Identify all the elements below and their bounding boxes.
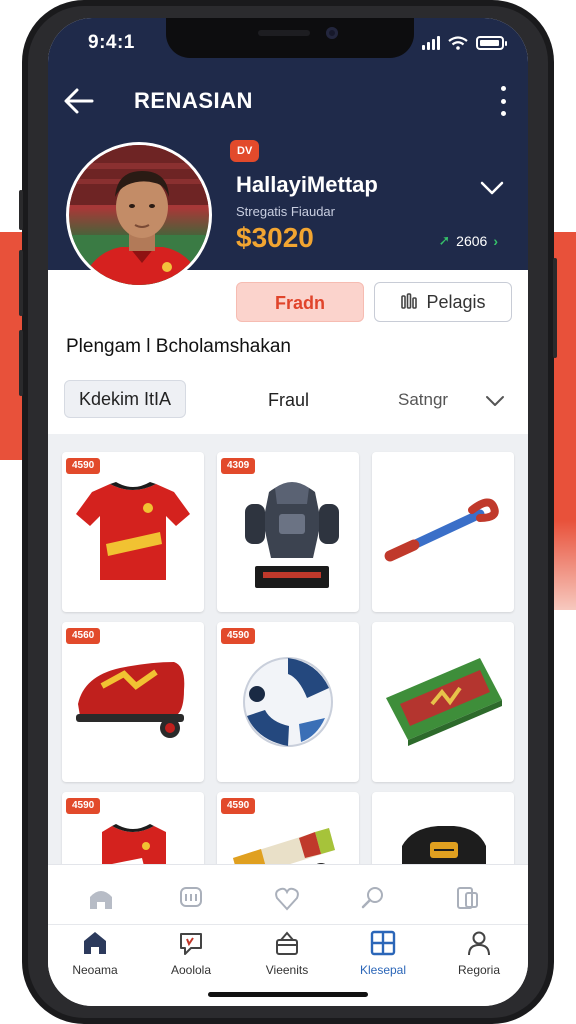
sort-option[interactable]: Satngr — [398, 390, 448, 410]
chevron-right-icon[interactable]: › — [493, 233, 498, 249]
tab-label: Regoria — [457, 963, 501, 977]
speaker — [258, 30, 310, 36]
details-button[interactable]: Pelagis — [374, 282, 512, 322]
product-price-badge: 4590 — [66, 458, 101, 474]
player-name: HallayiMettap — [236, 172, 378, 197]
home-icon — [84, 932, 106, 954]
product-card[interactable]: 4309 — [217, 452, 359, 612]
product-card[interactable]: 4590 — [62, 452, 204, 612]
product-card[interactable]: 4590 — [217, 622, 359, 782]
wifi-icon — [448, 36, 468, 50]
front-camera — [326, 27, 338, 39]
filter-bar: Kdekim ItIA Fraul Satngr — [48, 364, 528, 434]
document-outline-icon — [452, 883, 482, 913]
phone-mute-button — [19, 190, 23, 230]
details-button-label: Pelagis — [426, 291, 486, 312]
tab-home[interactable]: Neoama — [55, 929, 135, 977]
product-card[interactable] — [372, 622, 514, 782]
product-price-badge: 4309 — [221, 458, 256, 474]
jersey-icon — [76, 482, 190, 580]
home-outline-icon — [86, 883, 116, 913]
category-chip[interactable]: Kdekim ItIA — [64, 380, 187, 418]
player-avatar — [66, 142, 212, 288]
phone-volume-down-button — [19, 330, 23, 396]
product-card[interactable] — [372, 452, 514, 612]
bag-icon — [386, 658, 502, 746]
price-trend: ➚ 2606 › — [438, 232, 498, 249]
bottom-tab-bar: Neoama Aoolola Vieenits Klesepal Regoria — [48, 864, 528, 1006]
page-title: RENASIAN — [134, 88, 253, 113]
sort-chevron-icon[interactable] — [484, 392, 506, 410]
phone-screen: 9:4:1 RENASIAN DV HallayiMettap Stregati… — [48, 18, 528, 1006]
player-price: $3020 — [236, 222, 314, 253]
product-grid: 4590 4309 4560 4590 4590 4590 — [48, 434, 528, 952]
trend-value: 2606 — [456, 232, 488, 249]
tab-chat[interactable]: Aoolola — [151, 929, 231, 977]
back-arrow-icon[interactable] — [62, 84, 96, 118]
heart-outline-icon — [272, 883, 302, 913]
home-indicator — [208, 992, 368, 997]
chat-outline-icon — [176, 883, 206, 913]
bat-icon — [384, 498, 499, 562]
chat-icon — [180, 933, 202, 955]
chevron-down-icon[interactable] — [478, 174, 506, 202]
status-time: 9:4:1 — [88, 32, 135, 53]
stats-icon — [401, 293, 418, 309]
ball-icon — [243, 657, 333, 747]
tab-bar-ghost-row — [48, 873, 528, 925]
phone-volume-up-button — [19, 250, 23, 316]
trade-button[interactable]: Fradn — [236, 282, 364, 322]
battery-icon — [476, 36, 507, 50]
tab-market[interactable]: Klesepal — [343, 929, 423, 977]
status-icons — [422, 36, 507, 50]
search-outline-icon — [358, 883, 388, 913]
product-price-badge: 4590 — [221, 798, 256, 814]
more-options-icon[interactable] — [498, 86, 508, 116]
tab-gift[interactable]: Vieenits — [247, 929, 327, 977]
boot-icon — [76, 662, 185, 738]
section-title: Plengam l Bcholamshakan — [66, 336, 291, 357]
notch — [166, 18, 414, 58]
trend-up-icon: ➚ — [438, 232, 451, 248]
signal-icon — [422, 36, 440, 50]
product-price-badge: 4590 — [66, 798, 101, 814]
gift-icon — [276, 931, 298, 955]
tab-label: Neoama — [72, 963, 118, 977]
grid-icon — [370, 930, 396, 956]
product-card[interactable]: 4560 — [62, 622, 204, 782]
tab-profile[interactable]: Regoria — [439, 929, 519, 977]
phone-power-button — [553, 258, 557, 358]
player-badge: DV — [230, 140, 260, 162]
armor-trophy-icon — [245, 482, 339, 588]
tab-label: Vieenits — [265, 963, 309, 977]
tab-label: Aoolola — [170, 963, 212, 977]
person-icon — [468, 931, 490, 956]
player-subtitle: Stregatis Fiaudar — [236, 204, 335, 219]
product-price-badge: 4590 — [221, 628, 256, 644]
tab-label: Klesepal — [359, 963, 407, 977]
filter-option[interactable]: Fraul — [268, 390, 309, 411]
product-price-badge: 4560 — [66, 628, 101, 644]
